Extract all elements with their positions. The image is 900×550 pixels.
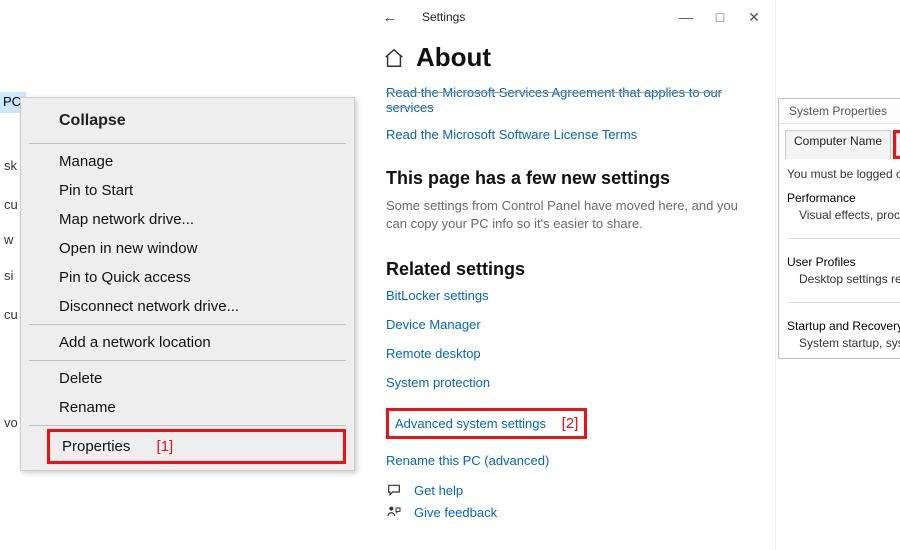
explorer-item-fragment: cu bbox=[4, 197, 18, 212]
page-header: About bbox=[370, 34, 775, 83]
menu-item-open-new-window[interactable]: Open in new window bbox=[21, 234, 354, 263]
divider bbox=[787, 238, 900, 239]
menu-item-pin-start[interactable]: Pin to Start bbox=[21, 176, 354, 205]
link-system-protection[interactable]: System protection bbox=[386, 375, 759, 390]
menu-item-disconnect-drive[interactable]: Disconnect network drive... bbox=[21, 292, 354, 321]
group-desc: Visual effects, processor s bbox=[787, 208, 900, 222]
close-button[interactable]: ✕ bbox=[737, 9, 771, 26]
section-title-related: Related settings bbox=[386, 259, 759, 280]
link-bitlocker[interactable]: BitLocker settings bbox=[386, 288, 759, 303]
explorer-item-fragment: vo bbox=[4, 415, 18, 430]
minimize-button[interactable]: — bbox=[669, 9, 703, 25]
menu-separator bbox=[29, 324, 346, 325]
get-help-row[interactable]: Get help bbox=[386, 482, 759, 498]
page-title: About bbox=[416, 42, 491, 73]
link-advanced-system-settings[interactable]: Advanced system settings bbox=[395, 416, 546, 431]
link-license-terms[interactable]: Read the Microsoft Software License Term… bbox=[386, 127, 759, 142]
divider bbox=[787, 302, 900, 303]
link-remote-desktop[interactable]: Remote desktop bbox=[386, 346, 759, 361]
give-feedback-row[interactable]: Give feedback bbox=[386, 504, 759, 520]
context-menu: Collapse Manage Pin to Start Map network… bbox=[20, 97, 355, 471]
link-device-manager[interactable]: Device Manager bbox=[386, 317, 759, 332]
link-services-agreement[interactable]: Read the Microsoft Services Agreement th… bbox=[386, 85, 759, 115]
feedback-icon bbox=[386, 504, 402, 520]
annotation-box-1: Properties [1] bbox=[47, 429, 346, 464]
link-get-help[interactable]: Get help bbox=[414, 483, 463, 498]
link-give-feedback[interactable]: Give feedback bbox=[414, 505, 497, 520]
window-title: Settings bbox=[422, 10, 465, 24]
sysprop-group-startup: Startup and Recovery System startup, sys… bbox=[787, 319, 900, 350]
link-rename-pc[interactable]: Rename this PC (advanced) bbox=[386, 453, 759, 468]
tab-hardware[interactable]: Hardware bbox=[896, 133, 900, 156]
group-head: User Profiles bbox=[787, 255, 900, 269]
group-head: Performance bbox=[787, 191, 900, 205]
annotation-1: [1] bbox=[157, 438, 174, 455]
section-desc-new-settings: Some settings from Control Panel have mo… bbox=[386, 197, 759, 233]
menu-item-properties[interactable]: Properties [1] bbox=[50, 432, 343, 461]
sysprop-group-performance: Performance Visual effects, processor s bbox=[787, 191, 900, 222]
group-desc: System startup, system fai bbox=[787, 336, 900, 350]
tab-computer-name[interactable]: Computer Name bbox=[785, 130, 891, 159]
home-icon bbox=[382, 46, 406, 70]
group-head: Startup and Recovery bbox=[787, 319, 900, 333]
back-button[interactable]: ← bbox=[378, 9, 402, 26]
window-titlebar: ← Settings — □ ✕ bbox=[370, 0, 775, 34]
sysprop-group-profiles: User Profiles Desktop settings related t… bbox=[787, 255, 900, 286]
system-properties-window: System Properties Computer Name Hardware… bbox=[778, 98, 900, 359]
sysprop-title: System Properties bbox=[779, 99, 900, 124]
annotation-box-tab: Hardware bbox=[893, 130, 900, 159]
annotation-box-2: Advanced system settings [2] bbox=[386, 408, 587, 439]
settings-window: ← Settings — □ ✕ About Read the Microsof… bbox=[370, 0, 776, 550]
sysprop-note: You must be logged on as a bbox=[787, 167, 900, 181]
menu-item-add-network-location[interactable]: Add a network location bbox=[21, 328, 354, 357]
menu-item-map-drive[interactable]: Map network drive... bbox=[21, 205, 354, 234]
context-menu-header[interactable]: Collapse bbox=[21, 104, 354, 140]
menu-separator bbox=[29, 360, 346, 361]
menu-separator bbox=[29, 425, 346, 426]
section-title-new-settings: This page has a few new settings bbox=[386, 168, 759, 189]
menu-item-delete[interactable]: Delete bbox=[21, 364, 354, 393]
menu-item-label: Properties bbox=[62, 438, 130, 455]
group-desc: Desktop settings related to bbox=[787, 272, 900, 286]
menu-item-manage[interactable]: Manage bbox=[21, 147, 354, 176]
explorer-item-fragment: cu bbox=[4, 307, 18, 322]
explorer-item-fragment: w bbox=[4, 232, 13, 247]
menu-item-pin-quick-access[interactable]: Pin to Quick access bbox=[21, 263, 354, 292]
explorer-item-fragment: sk bbox=[4, 158, 17, 173]
sysprop-tabs: Computer Name Hardware bbox=[779, 124, 900, 159]
explorer-item-fragment: si bbox=[4, 268, 13, 283]
annotation-2: [2] bbox=[562, 415, 579, 432]
menu-item-rename[interactable]: Rename bbox=[21, 393, 354, 422]
maximize-button[interactable]: □ bbox=[703, 9, 737, 25]
menu-separator bbox=[29, 143, 346, 144]
chat-icon bbox=[386, 482, 402, 498]
